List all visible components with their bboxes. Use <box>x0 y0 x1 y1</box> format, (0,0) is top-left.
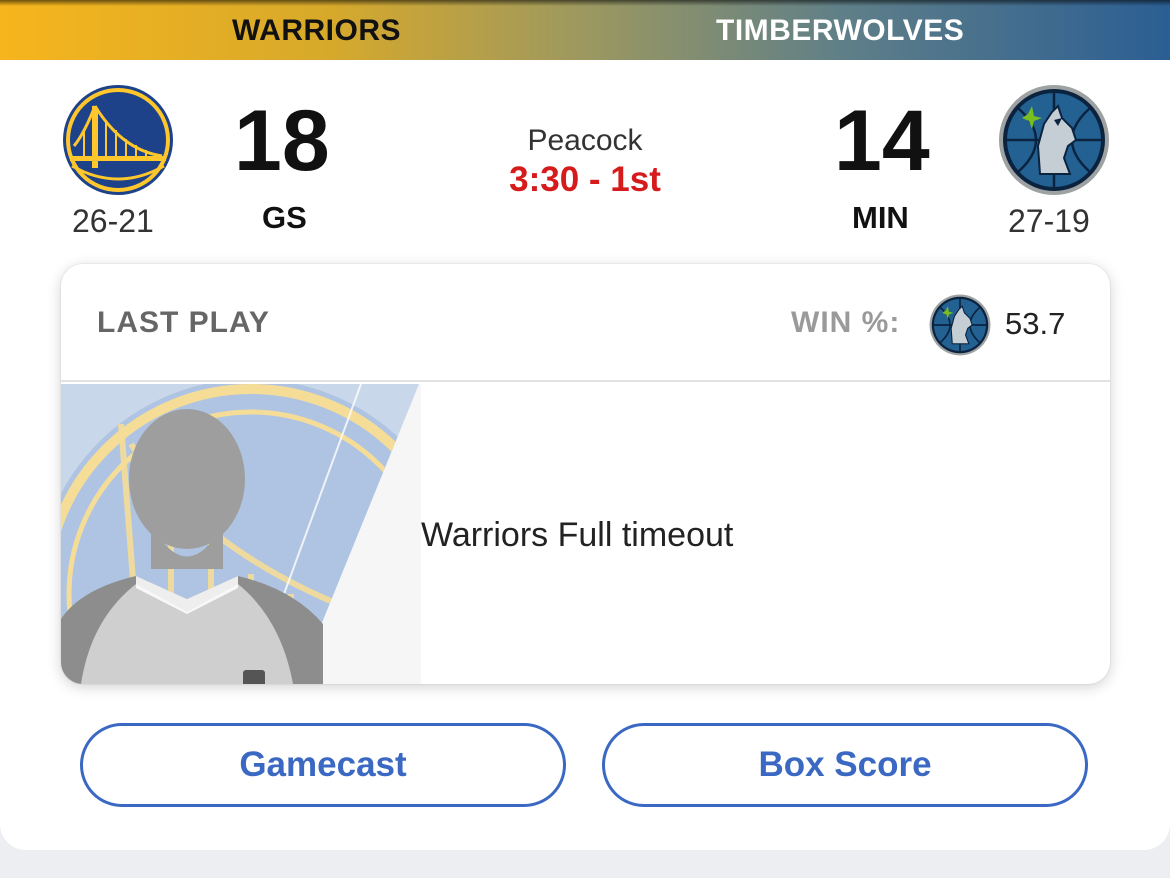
home-team-name: WARRIORS <box>232 14 401 47</box>
referee-silhouette-icon <box>61 384 421 684</box>
timberwolves-logo-icon[interactable] <box>998 84 1110 196</box>
away-team-score: 14 <box>834 93 930 189</box>
team-header-bar: WARRIORS TIMBERWOLVES <box>0 0 1170 60</box>
game-clock: 3:30 - 1st <box>509 160 661 199</box>
broadcast-network: Peacock <box>527 124 643 157</box>
win-probability-label: WIN %: <box>791 306 901 339</box>
away-team-record: 27-19 <box>1008 203 1090 239</box>
box-score-button[interactable]: Box Score <box>602 723 1088 807</box>
home-team-abbr: GS <box>262 200 307 235</box>
gamecast-button[interactable]: Gamecast <box>80 723 566 807</box>
away-team-abbr: MIN <box>852 200 909 235</box>
away-team-name: TIMBERWOLVES <box>716 14 965 47</box>
home-team-score: 18 <box>234 93 330 189</box>
last-play-card[interactable]: LAST PLAY WIN %: 53.7 Warriors Full time… <box>61 264 1110 684</box>
win-probability-value: 53.7 <box>1005 306 1066 341</box>
scoreboard-card: WARRIORS TIMBERWOLVES 26-21 18 GS Peacoc… <box>0 0 1170 850</box>
timberwolves-logo-icon <box>929 294 991 356</box>
last-play-description: Warriors Full timeout <box>421 516 734 554</box>
last-play-header: LAST PLAY WIN %: 53.7 <box>61 264 1110 382</box>
warriors-logo-icon[interactable] <box>62 84 174 196</box>
last-play-title: LAST PLAY <box>97 306 270 339</box>
home-team-record: 26-21 <box>72 203 154 239</box>
